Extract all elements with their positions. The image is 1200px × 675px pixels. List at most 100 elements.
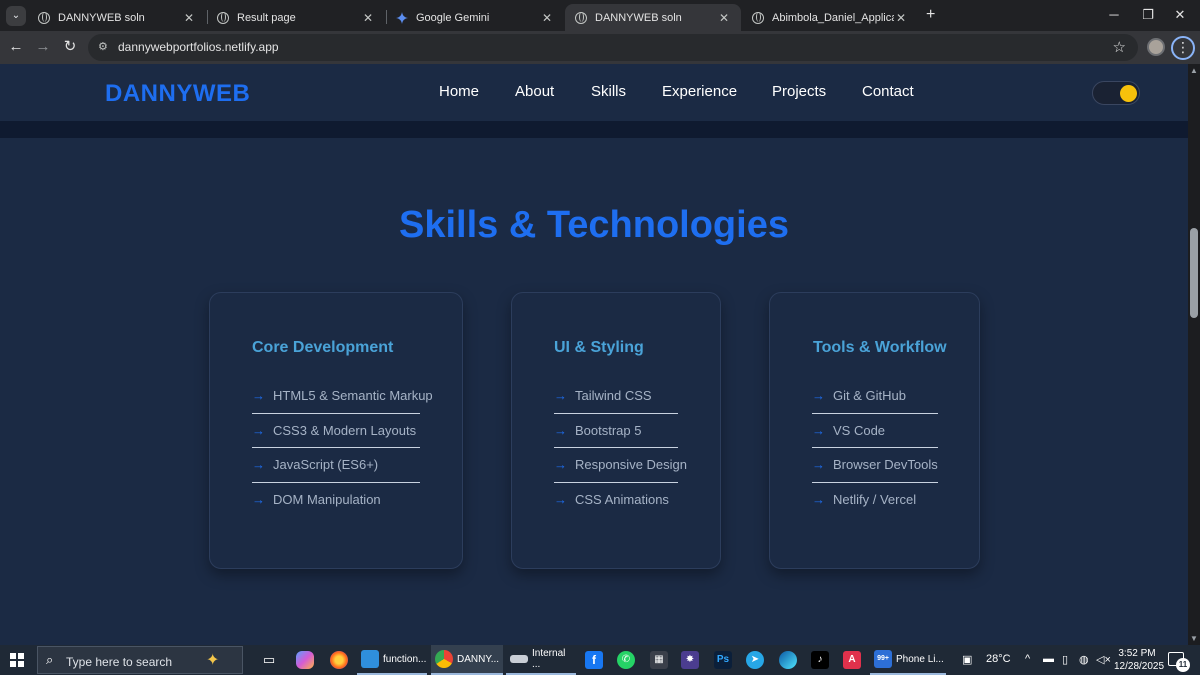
close-icon[interactable]: ✕ <box>540 11 554 25</box>
acrobat-icon[interactable]: A <box>843 651 861 669</box>
theme-toggle[interactable] <box>1092 81 1140 105</box>
back-arrow-icon[interactable]: ← <box>7 38 25 56</box>
nav-contact[interactable]: Contact <box>862 83 914 100</box>
section-divider <box>0 121 1188 138</box>
scroll-down-arrow-icon[interactable]: ▼ <box>1190 634 1198 643</box>
list-item: → Browser DevTools <box>812 448 938 483</box>
arrow-right-icon: → <box>554 457 567 473</box>
chevron-up-icon[interactable]: ^ <box>1025 653 1030 665</box>
close-icon[interactable]: ✕ <box>717 11 731 25</box>
browser-tab-1[interactable]: DANNYWEB soln ✕ <box>28 4 206 31</box>
arrow-right-icon: → <box>812 422 825 438</box>
list-item: → DOM Manipulation <box>252 483 420 518</box>
taskbar-search-box[interactable]: ⌕ Type here to search ✦ <box>37 646 243 674</box>
taskbar-app-label: Internal ... <box>532 648 566 670</box>
list-item: → Bootstrap 5 <box>554 414 678 448</box>
facebook-icon[interactable]: f <box>585 651 603 669</box>
whatsapp-icon[interactable]: ✆ <box>617 651 635 669</box>
task-view-icon[interactable]: ▭ <box>260 651 278 669</box>
temperature-text[interactable]: 28°C <box>986 653 1011 665</box>
bookmark-star-icon[interactable]: ☆ <box>1113 38 1126 56</box>
window-close-icon[interactable]: ✕ <box>1170 7 1190 23</box>
skill-card-tools-workflow: Tools & Workflow → Git & GitHub → VS Code … <box>769 292 980 569</box>
video-editor-icon[interactable]: ▦ <box>650 651 668 669</box>
reload-icon[interactable]: ↻ <box>61 38 79 56</box>
taskbar-app-chrome[interactable]: DANNY... <box>431 645 503 675</box>
new-tab-button[interactable]: + <box>926 7 935 23</box>
skill-label: Git & GitHub <box>833 388 906 404</box>
arrow-right-icon: → <box>812 492 825 508</box>
device-icon[interactable]: ▯ <box>1062 653 1068 666</box>
browser-tab-3[interactable]: Google Gemini ✕ <box>386 4 564 31</box>
telegram-icon[interactable]: ➤ <box>746 651 764 669</box>
browser-tab-5[interactable]: Abimbola_Daniel_Application.p ✕ <box>742 4 918 31</box>
site-info-icon[interactable]: ⚙ <box>98 40 108 53</box>
section-title: Skills & Technologies <box>399 204 789 246</box>
vscode-icon <box>361 650 379 668</box>
taskbar-app-phone-link[interactable]: 99+ Phone Li... <box>870 645 946 675</box>
photoshop-icon[interactable]: Ps <box>714 651 732 669</box>
browser-menu-icon[interactable]: ⋮ <box>1171 36 1195 60</box>
forward-arrow-icon[interactable]: → <box>34 38 52 56</box>
card-title: Tools & Workflow <box>813 339 947 356</box>
chrome-icon <box>435 650 453 668</box>
sparkle-icon: ✦ <box>206 652 220 669</box>
skill-label: JavaScript (ES6+) <box>273 457 379 473</box>
network-globe-icon[interactable]: ◍ <box>1079 653 1089 666</box>
site-logo[interactable]: DANNYWEB <box>105 80 250 108</box>
tiktok-icon[interactable]: ♪ <box>811 651 829 669</box>
taskbar-app-vscode[interactable]: function... <box>357 645 427 675</box>
taskbar-app-internal[interactable]: Internal ... <box>506 645 576 675</box>
list-item: → Netlify / Vercel <box>812 483 938 518</box>
game-icon[interactable]: ✸ <box>681 651 699 669</box>
list-item: → Responsive Design <box>554 448 687 483</box>
skill-label: Browser DevTools <box>833 457 938 473</box>
nav-experience[interactable]: Experience <box>662 83 737 100</box>
address-bar[interactable]: ⚙ dannywebportfolios.netlify.app ☆ <box>88 34 1138 61</box>
nav-skills[interactable]: Skills <box>591 83 626 100</box>
nav-about[interactable]: About <box>515 83 554 100</box>
minimize-icon[interactable]: ─ <box>1104 7 1124 22</box>
scrollbar-thumb[interactable] <box>1190 228 1198 318</box>
profile-avatar[interactable] <box>1147 38 1165 56</box>
taskbar-search-placeholder: Type here to search <box>66 655 173 669</box>
browser-tab-4-active[interactable]: DANNYWEB soln ✕ <box>565 4 741 31</box>
taskbar-app-label: function... <box>383 653 427 665</box>
page-scrollbar[interactable]: ▲ ▼ <box>1188 64 1200 645</box>
edge-icon[interactable] <box>779 651 797 669</box>
skill-card-core-development: Core Development → HTML5 & Semantic Marku… <box>209 292 463 569</box>
tab-search-button[interactable]: ⌄ <box>6 6 26 26</box>
nav-home[interactable]: Home <box>439 83 479 100</box>
scroll-up-arrow-icon[interactable]: ▲ <box>1190 66 1198 75</box>
search-icon: ⌕ <box>46 652 54 667</box>
globe-icon <box>38 11 50 24</box>
url-text[interactable]: dannywebportfolios.netlify.app <box>118 40 279 54</box>
arrow-right-icon: → <box>812 388 825 404</box>
taskbar-clock[interactable]: 3:52 PM 12/28/2025 <box>1114 647 1164 673</box>
close-icon[interactable]: ✕ <box>894 11 908 25</box>
skill-label: HTML5 & Semantic Markup <box>273 388 433 404</box>
close-icon[interactable]: ✕ <box>361 11 375 25</box>
arrow-right-icon: → <box>252 422 265 438</box>
card-title: Core Development <box>252 339 394 356</box>
browser-tab-2[interactable]: Result page ✕ <box>207 4 385 31</box>
windows-start-icon[interactable] <box>10 653 24 667</box>
volume-muted-icon[interactable]: ◁× <box>1096 653 1111 666</box>
arrow-right-icon: → <box>252 492 265 508</box>
toggle-knob <box>1120 85 1137 102</box>
restore-icon[interactable]: ❐ <box>1138 7 1158 23</box>
weather-icon[interactable]: ▣ <box>962 653 972 666</box>
battery-icon[interactable]: ▬ <box>1043 653 1054 665</box>
copilot-icon[interactable] <box>296 651 314 669</box>
nav-projects[interactable]: Projects <box>772 83 826 100</box>
list-item: → HTML5 & Semantic Markup <box>252 379 433 414</box>
skill-list: → Tailwind CSS → Bootstrap 5 → Responsive D… <box>554 379 687 517</box>
taskbar-app-label: Phone Li... <box>896 653 944 665</box>
browser-toolbar: ← → ↻ ⚙ dannywebportfolios.netlify.app ☆ <box>0 31 1200 64</box>
close-icon[interactable]: ✕ <box>182 11 196 25</box>
tab-title: DANNYWEB soln <box>58 11 145 24</box>
skill-list: → Git & GitHub → VS Code → Browser DevTools… <box>812 379 938 517</box>
globe-icon <box>752 11 764 24</box>
tab-title: Result page <box>237 11 296 24</box>
firefox-icon[interactable] <box>330 651 348 669</box>
